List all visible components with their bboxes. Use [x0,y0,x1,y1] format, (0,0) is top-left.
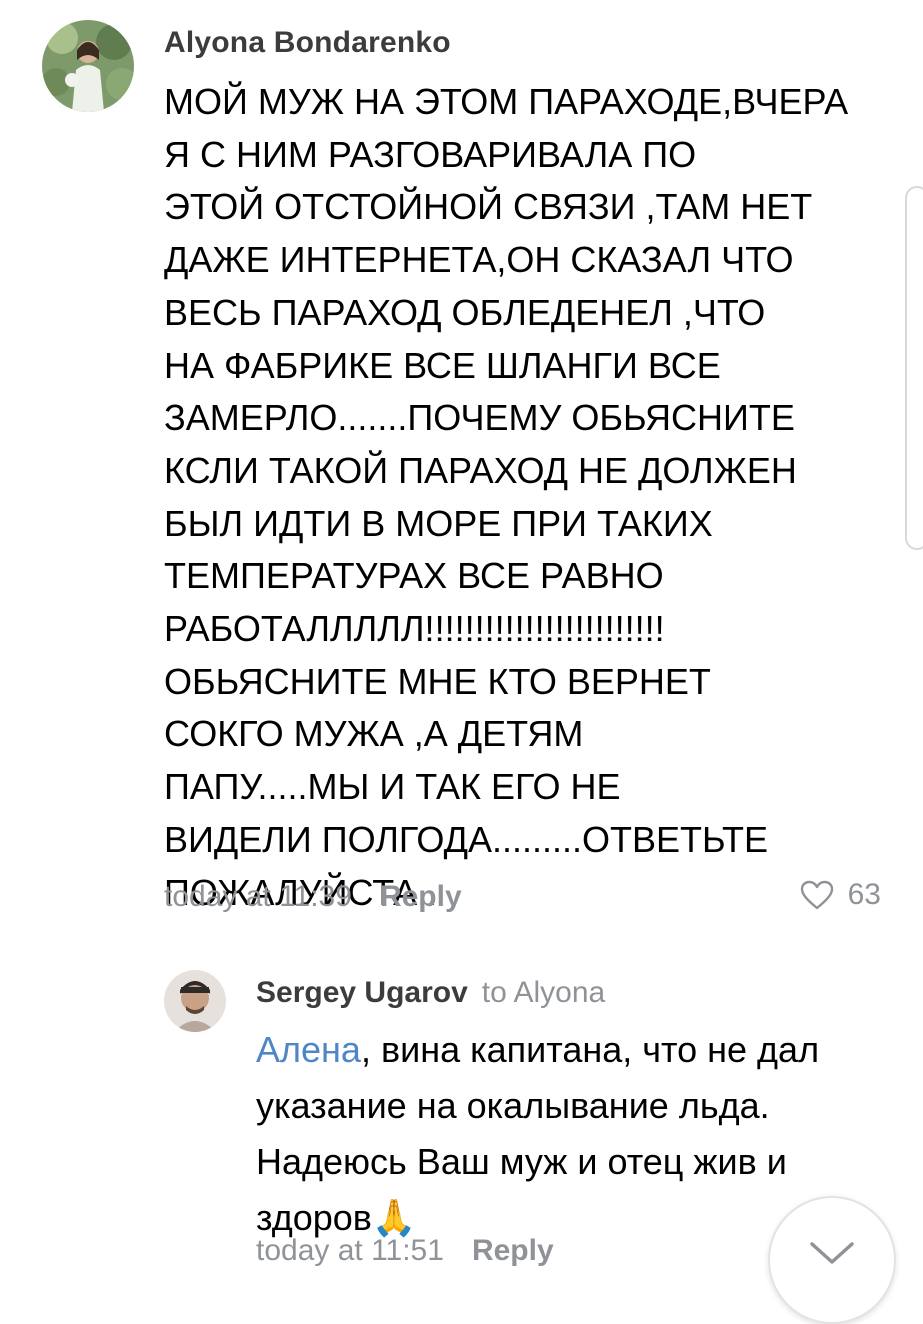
comment-text-line: ОБЬЯСНИТЕ МНЕ КТО ВЕРНЕТ [164,660,711,702]
comment-text: МОЙ МУЖ НА ЭТОМ ПАРАХОДЕ,ВЧЕРА Я С НИМ Р… [164,76,864,919]
comment-text-line: ТЕМПЕРАТУРАХ ВСЕ РАВНО [164,555,664,597]
comment-text-line: НА ФАБРИКЕ ВСЕ ШЛАНГИ ВСЕ [164,344,721,386]
comment-text-line: СОКГО МУЖА ,А ДЕТЯМ [164,713,584,755]
reply-to-name[interactable]: Alyona [513,976,605,1009]
avatar[interactable] [42,20,134,112]
comment-text-line: БЫЛ ИДТИ В МОРЕ ПРИ ТАКИХ [164,502,713,544]
reply-meta: today at 11:51 Reply [256,1234,554,1268]
reply-text: Алена, вина капитана, что не дал указани… [256,1022,876,1246]
comment-meta: today at 11:39 Reply [164,880,462,914]
avatar-photo [42,20,134,112]
comment-timestamp: today at 11:39 [164,880,352,913]
comment-text-line: РАБОТАЛЛЛЛЛ!!!!!!!!!!!!!!!!!!!!!!!! [164,608,665,650]
comment-text-line: КСЛИ ТАКОЙ ПАРАХОД НЕ ДОЛЖЕН [164,449,797,491]
reply-text-segment: здоров [256,1197,372,1238]
comment-text-line: ВЕСЬ ПАРАХОД ОБЛЕДЕНЕЛ ,ЧТО [164,291,766,333]
reply-avatar-photo [164,970,226,1032]
reply-text-line: Алена, вина капитана, что не дал [256,1022,876,1078]
reply-to: to Alyona [482,976,605,1009]
reply-author[interactable]: Sergey Ugarov [256,976,468,1009]
mention-link[interactable]: Алена [256,1029,361,1070]
comment-text-line: МОЙ МУЖ НА ЭТОМ ПАРАХОДЕ,ВЧЕРА [164,81,849,122]
reply-text-line: Надеюсь Ваш муж и отец жив и [256,1141,787,1182]
reply-text-line: указание на окалывание льда. [256,1085,770,1126]
reply-to-prefix: to [481,976,507,1009]
heart-outline-icon [800,880,833,910]
reply-reply-button[interactable]: Reply [472,1234,554,1267]
reply-timestamp: today at 11:51 [256,1234,444,1267]
comment-author[interactable]: Alyona Bondarenko [164,26,451,60]
comment-text-line: ЗАМЕРЛО.......ПОЧЕМУ ОБЬЯСНИТЕ [164,397,795,439]
scrollbar[interactable] [905,186,923,550]
reply-avatar[interactable] [164,970,226,1032]
chevron-down-icon [810,1242,854,1264]
scroll-down-button[interactable] [768,1196,896,1324]
pray-emoji-icon: 🙏 [371,1197,417,1238]
comment-text-line: ВИДЕЛИ ПОЛГОДА.........ОТВЕТЬТЕ [164,818,769,860]
like-button[interactable]: 63 [800,878,881,912]
reply-header: Sergey Ugarov to Alyona [256,976,605,1010]
comment-text-line: Я С НИМ РАЗГОВАРИВАЛА ПО [164,133,697,175]
comment-text-line: ДАЖЕ ИНТЕРНЕТА,ОН СКАЗАЛ ЧТО [164,239,794,281]
reply-button[interactable]: Reply [380,880,462,913]
comment-text-line: ЭТОЙ ОТСТОЙНОЙ СВЯЗИ ,ТАМ НЕТ [164,186,813,228]
comment-text-line: ПАПУ.....МЫ И ТАК ЕГО НЕ [164,766,621,808]
reply-text-segment: , вина капитана, что не дал [360,1029,820,1070]
like-count: 63 [847,878,881,911]
